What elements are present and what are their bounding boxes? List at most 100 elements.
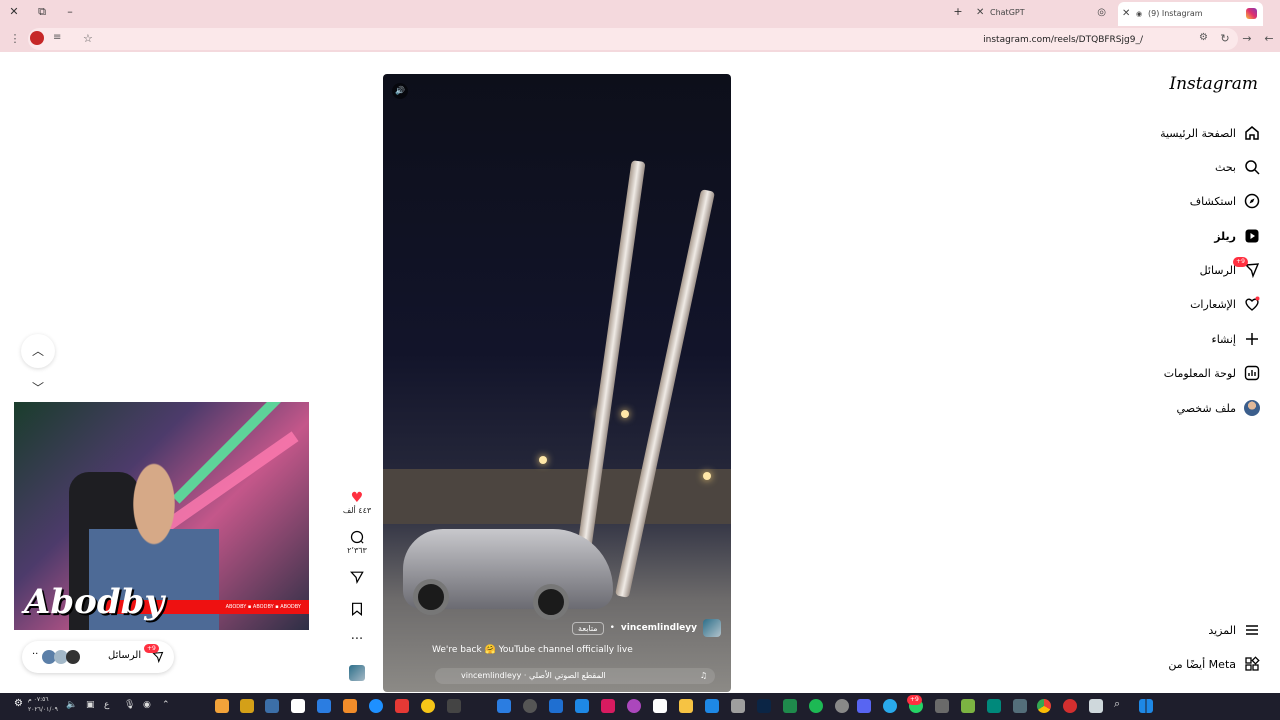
nav-notifications[interactable]: الإشعارات [1190, 293, 1260, 315]
nav-create[interactable]: إنشاء [1212, 328, 1260, 350]
instagram-logo[interactable]: Instagram [1169, 74, 1258, 94]
telegram-icon[interactable] [883, 699, 897, 713]
app-icon[interactable] [1063, 699, 1077, 713]
new-tab-button[interactable]: + [950, 4, 966, 20]
nav-explore[interactable]: استكشاف [1190, 190, 1260, 212]
search-taskbar-icon[interactable]: ⌕ [1114, 697, 1120, 711]
file-explorer-icon[interactable] [679, 699, 693, 713]
site-settings-icon[interactable]: ⚙ [1199, 32, 1208, 43]
app-icon[interactable] [705, 699, 719, 713]
app-icon[interactable] [395, 699, 409, 713]
close-window-button[interactable]: ✕ [6, 4, 22, 20]
url-text[interactable]: instagram.com/reels/DTQBFRSjg9_/ [983, 35, 1143, 45]
video-lamp [539, 456, 547, 464]
close-tab-icon[interactable]: ✕ [1122, 2, 1130, 26]
start-icon[interactable] [1139, 699, 1153, 713]
nav-profile[interactable]: ملف شخصي [1177, 397, 1260, 419]
forward-icon[interactable]: → [1240, 32, 1254, 45]
follow-button[interactable]: متابعة [572, 621, 604, 635]
app-icon[interactable] [291, 699, 305, 713]
omnibox[interactable]: ≡ ☆ instagram.com/reels/DTQBFRSjg9_/ ⚙ [28, 28, 1238, 50]
nav-search[interactable]: بحث [1215, 156, 1260, 178]
bookmark-star-icon[interactable]: ☆ [83, 32, 93, 45]
nav-dashboard[interactable]: لوحة المعلومات [1164, 362, 1260, 384]
tray-overflow-icon[interactable]: ⌃ [162, 700, 170, 710]
app-icon[interactable] [783, 699, 797, 713]
share-icon [349, 571, 364, 585]
reel-author-avatar[interactable] [703, 619, 721, 637]
chevron-down-icon: ﹀ [31, 381, 44, 395]
app-icon[interactable] [835, 699, 849, 713]
volume-tray-icon[interactable]: 🔈 [66, 700, 77, 710]
app-icon[interactable] [601, 699, 615, 713]
app-icon[interactable] [447, 699, 461, 713]
nav-label: استكشاف [1189, 194, 1236, 208]
app-icon[interactable] [343, 699, 357, 713]
app-icon[interactable] [1013, 699, 1027, 713]
spotify-icon[interactable] [809, 699, 823, 713]
app-icon[interactable] [317, 699, 331, 713]
reel-author: متابعة • vincemlindleyy [572, 619, 721, 637]
app-icon[interactable] [987, 699, 1001, 713]
reel-caption[interactable]: We're back 🤗 YouTube channel officially … [432, 645, 633, 655]
app-icon[interactable] [240, 699, 254, 713]
extension-icon[interactable] [30, 31, 44, 45]
share-button[interactable] [342, 570, 372, 586]
webcam-logo: Abodby [24, 582, 165, 622]
minimize-window-button[interactable]: – [62, 4, 78, 20]
reel-video[interactable]: 🔊 متابعة • vincemlindleyy We're back 🤗 Y… [383, 74, 731, 692]
close-tab-icon[interactable]: ✕ [976, 3, 984, 23]
address-bar: ⋮ ≡ ☆ instagram.com/reels/DTQBFRSjg9_/ ⚙… [0, 26, 1280, 52]
messages-pill[interactable]: ·· الرسائل +9 [22, 641, 174, 673]
media-player-icon[interactable] [421, 699, 435, 713]
messages-pill-badge: +9 [144, 644, 159, 653]
discord-icon[interactable] [857, 699, 871, 713]
chrome-icon[interactable] [1037, 699, 1051, 713]
plus-icon [1246, 333, 1258, 345]
app-icon[interactable] [369, 699, 383, 713]
nav-messages[interactable]: الرسائل +9 [1200, 257, 1260, 281]
reel-username[interactable]: vincemlindleyy [621, 623, 697, 633]
clock-time[interactable]: ٠٧:٥٦ م [28, 696, 49, 703]
nav-more[interactable]: المزيد [1208, 619, 1260, 641]
app-icon[interactable] [549, 699, 563, 713]
language-indicator[interactable]: ع [104, 700, 109, 710]
network-tray-icon[interactable]: ▣ [86, 700, 95, 710]
app-icon[interactable] [1089, 699, 1103, 713]
browser-menu-icon[interactable]: ⋮ [8, 32, 22, 45]
reload-icon[interactable]: ↻ [1218, 32, 1232, 45]
audio-thumbnail-button[interactable] [342, 665, 372, 683]
restore-window-button[interactable]: ⧉ [34, 4, 50, 20]
app-icon[interactable] [215, 699, 229, 713]
previous-reel-button[interactable]: ︿ [21, 334, 55, 368]
volume-icon[interactable]: 🔊 [392, 83, 408, 99]
back-icon[interactable]: ← [1262, 32, 1276, 45]
nav-reels[interactable]: ريلز [1214, 225, 1260, 247]
photoshop-icon[interactable] [757, 699, 771, 713]
app-icon[interactable] [627, 699, 641, 713]
tab-chatgpt[interactable]: ✕ ChatGPT ◎ [972, 3, 1106, 23]
media-controls-icon[interactable]: ≡ [53, 32, 61, 43]
nav-home[interactable]: الصفحة الرئيسية [1160, 122, 1260, 144]
comment-button[interactable]: ٢٬٣٦٣ [342, 530, 372, 555]
reel-audio[interactable]: vincemlindleyy · المقطع الصوتي الأصلي ♫ [435, 668, 715, 684]
obs-icon[interactable] [523, 699, 537, 713]
save-button[interactable] [342, 602, 372, 618]
nav-also-from-meta[interactable]: أيضًا من Meta [1168, 653, 1260, 675]
calculator-icon[interactable] [731, 699, 745, 713]
obs-tray-icon[interactable]: ◉ [143, 700, 151, 710]
steam-icon[interactable] [265, 699, 279, 713]
app-icon[interactable] [935, 699, 949, 713]
like-button[interactable]: ♥ ٤٤٣ ألف [342, 490, 372, 515]
app-icon[interactable] [497, 699, 511, 713]
app-icon[interactable] [653, 699, 667, 713]
settings-tray-icon[interactable]: ⚙ [14, 698, 23, 709]
microphone-tray-icon[interactable]: 🎙 [124, 700, 135, 710]
app-icon[interactable] [575, 699, 589, 713]
audio-icon: ◉ [1136, 10, 1143, 18]
more-options-button[interactable]: ··· [342, 632, 372, 647]
app-icon[interactable] [961, 699, 975, 713]
next-reel-button[interactable]: ﹀ [21, 378, 55, 398]
clock-date[interactable]: ٢٠٢٦/٠١/٠٩ [28, 706, 58, 713]
tab-instagram[interactable]: ✕ ◉ (9) Instagram [1118, 2, 1263, 26]
